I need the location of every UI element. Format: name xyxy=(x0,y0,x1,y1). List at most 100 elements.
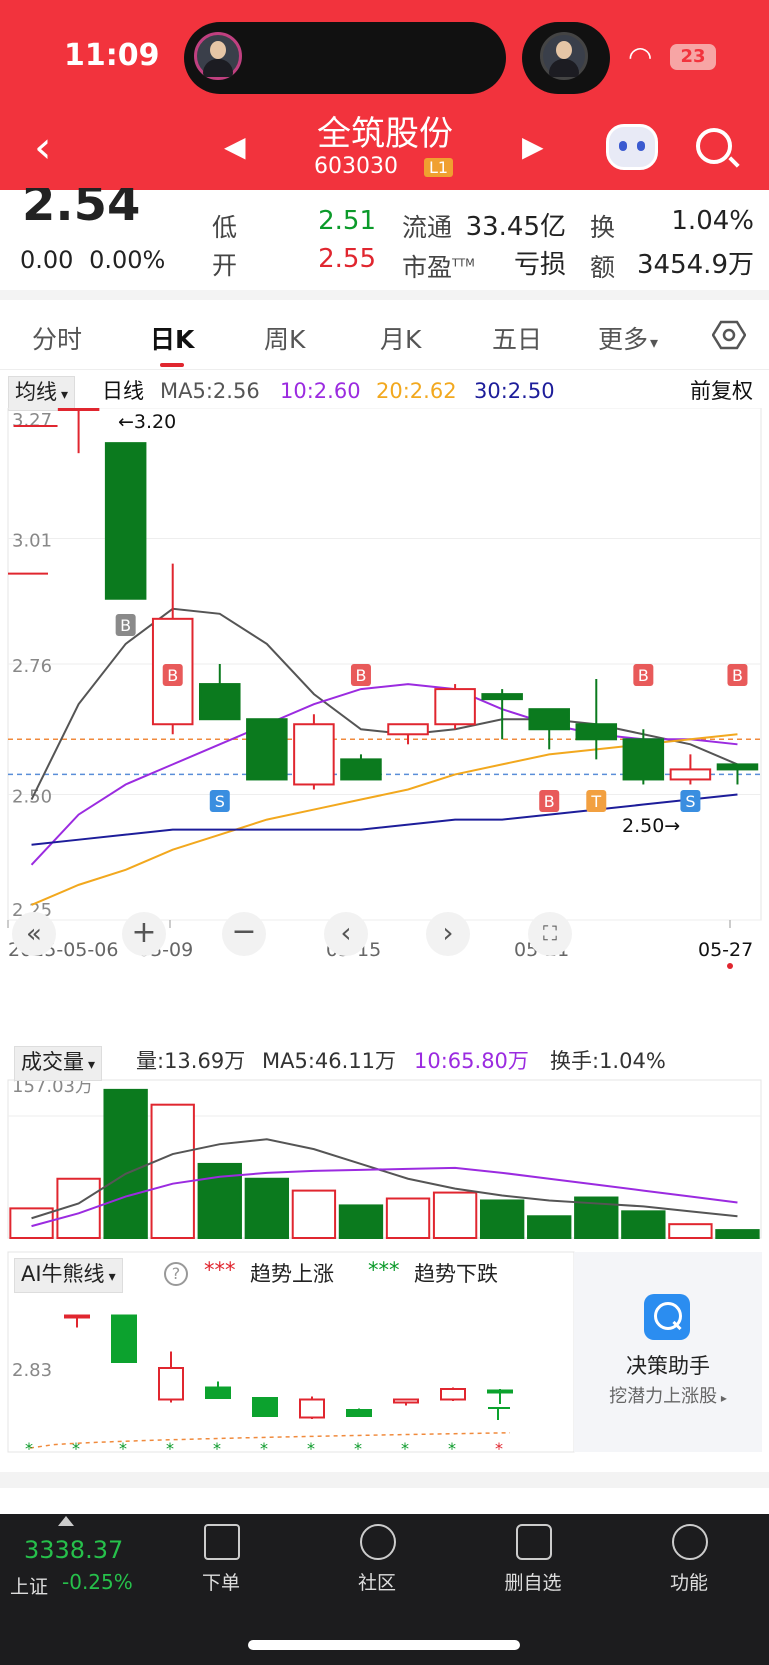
next-stock-icon[interactable]: ▶ xyxy=(522,130,544,163)
tab-five-day[interactable]: 五日 xyxy=(492,320,542,356)
tab-daily[interactable]: 日K xyxy=(150,320,194,356)
candle-body xyxy=(669,768,712,781)
stock-code: 603030 xyxy=(314,154,398,179)
divider xyxy=(0,1472,769,1488)
y-tick-label: 3.01 xyxy=(12,531,52,552)
adjust-label[interactable]: 前复权 xyxy=(690,376,753,406)
robot-icon[interactable] xyxy=(606,124,658,170)
volume-bar xyxy=(621,1210,666,1240)
signal-label: B xyxy=(732,666,743,685)
back-icon[interactable]: ‹ xyxy=(34,122,52,173)
volume-bar xyxy=(385,1197,431,1239)
nav-functions[interactable]: 功能 xyxy=(644,1568,734,1595)
volume-dropdown-label: 成交量 xyxy=(21,1050,84,1074)
signal-label: B xyxy=(167,666,178,685)
period-label: 日线 xyxy=(102,379,144,403)
ai-candle-body xyxy=(64,1314,90,1319)
ai-candle-body xyxy=(487,1389,513,1394)
decision-sub-text: 挖潜力上涨股 xyxy=(609,1386,718,1407)
prev-stock-icon[interactable]: ◀ xyxy=(224,130,246,163)
ai-dropdown-label: AI牛熊线 xyxy=(21,1262,105,1286)
volume-ma10: 10:65.80万 xyxy=(414,1049,529,1073)
plus-icon[interactable]: + xyxy=(122,912,166,956)
battery-indicator: 23 xyxy=(670,44,716,70)
candle-body xyxy=(622,738,665,781)
candle-body xyxy=(199,683,241,721)
amount-value: 3454.9万 xyxy=(637,250,754,280)
fullscreen-icon[interactable]: ⛶ xyxy=(528,912,572,956)
open-value: 2.55 xyxy=(318,244,376,274)
volume-bar xyxy=(668,1223,713,1239)
caret-right-icon: ▸ xyxy=(717,1391,727,1405)
caret-up-icon xyxy=(58,1516,74,1526)
avatar xyxy=(540,32,588,80)
candle-body xyxy=(104,442,147,600)
help-icon[interactable]: ? xyxy=(164,1262,188,1286)
turnover-label: 换 xyxy=(590,213,616,242)
ai-candle-body xyxy=(205,1386,231,1399)
volume-ma5: MA5:46.11万 xyxy=(262,1049,397,1073)
nav-community[interactable]: 社区 xyxy=(332,1568,422,1595)
change-value: 0.00 xyxy=(20,246,74,274)
volume-bar xyxy=(715,1229,760,1239)
ai-trend-marker: * xyxy=(213,1439,221,1458)
price-change: 0.00 0.00% xyxy=(20,246,165,274)
candle-body xyxy=(528,708,570,731)
volume-bar xyxy=(338,1204,384,1239)
wifi-icon: ◠ xyxy=(628,40,653,73)
signal-label: T xyxy=(590,792,601,811)
ma30-value: 30:2.50 xyxy=(474,379,555,403)
candle-body xyxy=(246,718,288,781)
tab-underline xyxy=(160,363,184,367)
volume-bar xyxy=(527,1215,572,1240)
nav-remove-watchlist[interactable]: 删自选 xyxy=(488,1568,578,1595)
index-value[interactable]: 3338.37 xyxy=(24,1536,123,1564)
ai-trend-marker: * xyxy=(260,1439,268,1458)
chevron-down-icon: ▾ xyxy=(650,333,659,352)
ai-candle-body xyxy=(346,1409,372,1417)
tab-more[interactable]: 更多 ▾ xyxy=(598,320,658,356)
settings-icon[interactable] xyxy=(712,320,746,350)
ai-candle-body xyxy=(158,1367,184,1401)
candle-body xyxy=(387,723,429,736)
chart-controls: « + − ‹ › ⛶ xyxy=(8,910,761,960)
trend-up-label: 趋势上涨 xyxy=(250,1262,334,1286)
chevron-down-icon: ▾ xyxy=(88,1057,96,1073)
pe-label-text: 市盈 xyxy=(402,253,453,282)
amount-label: 额 xyxy=(590,253,616,282)
ai-trend-marker: * xyxy=(72,1439,80,1458)
tab-intraday[interactable]: 分时 xyxy=(32,320,82,356)
candle-body xyxy=(575,723,618,741)
ai-trend-marker: * xyxy=(495,1439,503,1458)
y-tick-label: 3.27 xyxy=(12,410,52,431)
divider xyxy=(0,290,769,300)
volume-dropdown[interactable]: 成交量 ▾ xyxy=(14,1046,103,1081)
candle-body xyxy=(340,758,382,781)
home-indicator xyxy=(248,1640,520,1650)
high-annotation: ←3.20 xyxy=(118,411,176,433)
search-icon[interactable] xyxy=(696,128,732,164)
chevron-left-icon[interactable]: ‹ xyxy=(324,912,368,956)
nav-order[interactable]: 下单 xyxy=(176,1568,266,1595)
float-cap-value: 33.45亿 xyxy=(465,212,566,242)
tab-weekly[interactable]: 周K xyxy=(264,320,305,356)
chevron-right-icon[interactable]: › xyxy=(426,912,470,956)
dynamic-island-secondary xyxy=(522,22,610,94)
minus-icon[interactable]: − xyxy=(222,912,266,956)
signal-label: S xyxy=(685,792,695,811)
volume-bar xyxy=(432,1191,478,1240)
change-pct: 0.00% xyxy=(89,246,166,274)
tab-monthly[interactable]: 月K xyxy=(380,320,421,356)
trend-down-label: 趋势下跌 xyxy=(414,1262,498,1286)
candle-body xyxy=(716,763,759,771)
ai-indicator-dropdown[interactable]: AI牛熊线 ▾ xyxy=(14,1258,123,1293)
index-name: 上证 xyxy=(10,1576,49,1598)
ma-dropdown[interactable]: 均线 ▾ xyxy=(8,376,76,411)
ai-y-tick: 2.83 xyxy=(12,1360,52,1381)
pe-label-sup: TTM xyxy=(452,256,475,270)
avatar xyxy=(194,32,242,80)
trend-up-dots: *** xyxy=(204,1258,236,1282)
decision-sub: 挖潜力上涨股 ▸ xyxy=(574,1382,762,1408)
index-change: -0.25% xyxy=(62,1570,133,1594)
double-left-icon[interactable]: « xyxy=(12,912,56,956)
